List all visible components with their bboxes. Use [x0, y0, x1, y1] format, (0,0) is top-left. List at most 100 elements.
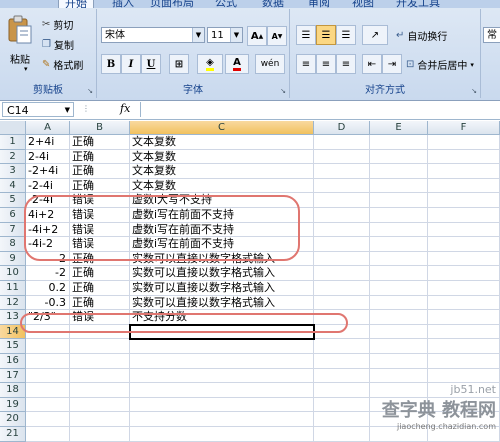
cell-d[interactable] — [314, 310, 370, 325]
cell-f[interactable] — [428, 368, 500, 384]
cell-e[interactable] — [370, 324, 428, 340]
cell-c[interactable] — [130, 324, 314, 340]
cell-a[interactable] — [26, 427, 70, 442]
cell-e[interactable] — [370, 135, 428, 150]
cell-e[interactable] — [370, 193, 428, 208]
cell-e[interactable] — [370, 295, 428, 311]
cell-c[interactable] — [130, 397, 314, 413]
cell-b[interactable]: 错误 — [70, 310, 130, 325]
cell-b[interactable] — [70, 368, 130, 384]
row-header[interactable]: 15 — [0, 339, 26, 354]
row-header[interactable]: 7 — [0, 222, 26, 238]
cell-a[interactable]: 2 — [26, 251, 70, 267]
cell-c[interactable]: 虚数i写在前面不支持 — [130, 222, 314, 238]
expand-grip-icon[interactable]: ⋮ — [82, 104, 90, 113]
cell-a[interactable] — [26, 412, 70, 427]
tab-data[interactable]: 数据 — [262, 0, 284, 8]
cell-d[interactable] — [314, 135, 370, 150]
select-all-corner[interactable] — [0, 121, 26, 135]
cell-c[interactable]: 文本复数 — [130, 149, 314, 165]
cell-f[interactable] — [428, 310, 500, 325]
row-header[interactable]: 11 — [0, 281, 26, 296]
cell-c[interactable] — [130, 339, 314, 354]
copy-button[interactable]: ❐ 复制 — [42, 37, 74, 52]
tab-developer[interactable]: 开发工具 — [396, 0, 440, 8]
cell-a[interactable] — [26, 324, 70, 340]
shrink-font-button[interactable]: A ▼ — [267, 26, 287, 46]
cell-c[interactable]: 实数可以直接以数字格式输入 — [130, 251, 314, 267]
cell-f[interactable] — [428, 295, 500, 311]
increase-indent-icon[interactable]: ⇥ — [382, 54, 402, 74]
cell-f[interactable] — [428, 164, 500, 179]
alignment-launcher-icon[interactable]: ↘ — [471, 87, 477, 95]
cell-d[interactable] — [314, 383, 370, 398]
cell-b[interactable] — [70, 339, 130, 354]
cell-b[interactable]: 正确 — [70, 266, 130, 281]
cell-c[interactable]: 虚数i写在前面不支持 — [130, 208, 314, 223]
cell-a[interactable]: -0.3 — [26, 295, 70, 311]
wrap-text-button[interactable]: ↵ 自动换行 — [396, 28, 447, 43]
align-middle-icon[interactable]: ☰ — [316, 25, 336, 45]
cell-a[interactable]: -2 — [26, 266, 70, 281]
align-left-icon[interactable]: ≡ — [296, 54, 316, 74]
cell-d[interactable] — [314, 281, 370, 296]
cell-a[interactable]: 2-4i — [26, 149, 70, 165]
cell-c[interactable]: 文本复数 — [130, 164, 314, 179]
cell-a[interactable] — [26, 368, 70, 384]
number-format-combo[interactable]: 常 — [483, 27, 500, 43]
cell-c[interactable] — [130, 427, 314, 442]
cell-d[interactable] — [314, 324, 370, 340]
row-header[interactable]: 4 — [0, 178, 26, 194]
cell-d[interactable] — [314, 193, 370, 208]
cell-b[interactable]: 错误 — [70, 208, 130, 223]
row-header[interactable]: 8 — [0, 237, 26, 252]
tab-review[interactable]: 审阅 — [308, 0, 330, 8]
cell-b[interactable] — [70, 324, 130, 340]
font-size-combo[interactable]: 11 ▼ — [207, 27, 243, 43]
cell-c[interactable]: 虚数i写在前面不支持 — [130, 237, 314, 252]
cell-a[interactable]: -4i-2 — [26, 237, 70, 252]
cell-c[interactable]: 实数可以直接以数字格式输入 — [130, 281, 314, 296]
cell-d[interactable] — [314, 412, 370, 427]
format-painter-button[interactable]: ✎ 格式刷 — [42, 57, 83, 72]
row-header[interactable]: 16 — [0, 354, 26, 369]
tab-insert[interactable]: 插入 — [112, 0, 134, 8]
tab-home[interactable]: 开始 — [58, 0, 94, 8]
font-name-combo[interactable]: 宋体 ▼ — [101, 27, 205, 43]
cell-f[interactable] — [428, 251, 500, 267]
row-header[interactable]: 2 — [0, 149, 26, 165]
cell-b[interactable] — [70, 354, 130, 369]
bold-button[interactable]: B — [101, 54, 121, 74]
align-bottom-icon[interactable]: ☰ — [336, 25, 356, 45]
phonetic-guide-button[interactable]: wén — [255, 54, 285, 74]
cell-c[interactable] — [130, 354, 314, 369]
cell-a[interactable]: -2-4I — [26, 193, 70, 208]
italic-button[interactable]: I — [121, 54, 141, 74]
paste-icon[interactable] — [6, 15, 34, 45]
cut-button[interactable]: ✂ 剪切 — [42, 17, 73, 32]
cell-a[interactable]: -2+4i — [26, 164, 70, 179]
column-header-c[interactable]: C — [130, 121, 314, 135]
cell-a[interactable]: -2-4i — [26, 178, 70, 194]
cell-b[interactable]: 正确 — [70, 149, 130, 165]
cell-a[interactable]: 2+4i — [26, 135, 70, 150]
borders-button[interactable]: ⊞ — [169, 54, 189, 74]
cell-e[interactable] — [370, 164, 428, 179]
column-header-b[interactable]: B — [70, 121, 130, 135]
font-launcher-icon[interactable]: ↘ — [280, 87, 286, 95]
cell-b[interactable]: 错误 — [70, 193, 130, 208]
cell-e[interactable] — [370, 208, 428, 223]
row-header[interactable]: 13 — [0, 310, 26, 325]
clipboard-launcher-icon[interactable]: ↘ — [87, 87, 93, 95]
cell-c[interactable]: 文本复数 — [130, 178, 314, 194]
cell-a[interactable]: "2/3" — [26, 310, 70, 325]
cell-c[interactable] — [130, 368, 314, 384]
cell-d[interactable] — [314, 178, 370, 194]
cell-c[interactable]: 不支持分数 — [130, 310, 314, 325]
cell-d[interactable] — [314, 339, 370, 354]
cell-d[interactable] — [314, 149, 370, 165]
cell-f[interactable] — [428, 193, 500, 208]
orientation-icon[interactable]: ↗ — [362, 25, 388, 45]
row-header[interactable]: 20 — [0, 412, 26, 427]
grow-font-button[interactable]: A ▲ — [247, 26, 267, 46]
